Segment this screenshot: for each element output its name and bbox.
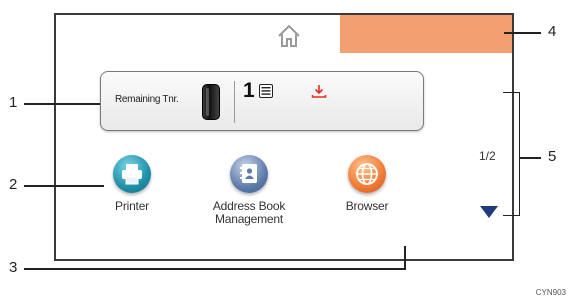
widget-divider bbox=[234, 81, 235, 123]
orange-banner bbox=[340, 15, 512, 53]
address-book-icon bbox=[230, 155, 268, 193]
callout-1: 1 bbox=[9, 94, 18, 111]
list-icon bbox=[259, 84, 273, 98]
callout-line-4 bbox=[504, 32, 541, 34]
page-indicator: 1/2 bbox=[479, 149, 496, 163]
app-address-book-management[interactable]: Address Book Management bbox=[194, 155, 304, 226]
callout-2: 2 bbox=[9, 176, 18, 193]
app-browser[interactable]: Browser bbox=[312, 155, 422, 213]
toner-gauge bbox=[202, 84, 220, 120]
home-icon[interactable] bbox=[276, 23, 302, 49]
callout-line-3-vertical bbox=[404, 246, 406, 270]
app-label: Printer bbox=[115, 199, 149, 213]
callout-line-2 bbox=[24, 185, 104, 187]
status-widget[interactable]: Remaining Tnr. 1 bbox=[100, 71, 424, 131]
job-count: 1 bbox=[243, 79, 255, 102]
callout-line-1 bbox=[24, 103, 100, 105]
callout-line-5 bbox=[520, 157, 541, 159]
app-printer[interactable]: Printer bbox=[77, 155, 187, 213]
callout-3: 3 bbox=[9, 259, 18, 276]
triangle-down-icon[interactable] bbox=[479, 205, 499, 219]
remaining-toner-label: Remaining Tnr. bbox=[115, 94, 179, 105]
callout-line-3 bbox=[24, 268, 405, 270]
download-icon bbox=[311, 85, 327, 98]
globe-icon bbox=[348, 155, 386, 193]
printer-icon bbox=[113, 155, 151, 193]
figure-code: CYN903 bbox=[535, 288, 566, 297]
app-label: Browser bbox=[345, 199, 389, 213]
control-panel-screen: Remaining Tnr. 1 Printer Address Book Ma… bbox=[54, 13, 514, 261]
callout-bracket-5 bbox=[503, 92, 520, 216]
callout-5: 5 bbox=[548, 148, 557, 165]
callout-4: 4 bbox=[548, 23, 557, 40]
app-label: Address Book Management bbox=[212, 199, 286, 226]
